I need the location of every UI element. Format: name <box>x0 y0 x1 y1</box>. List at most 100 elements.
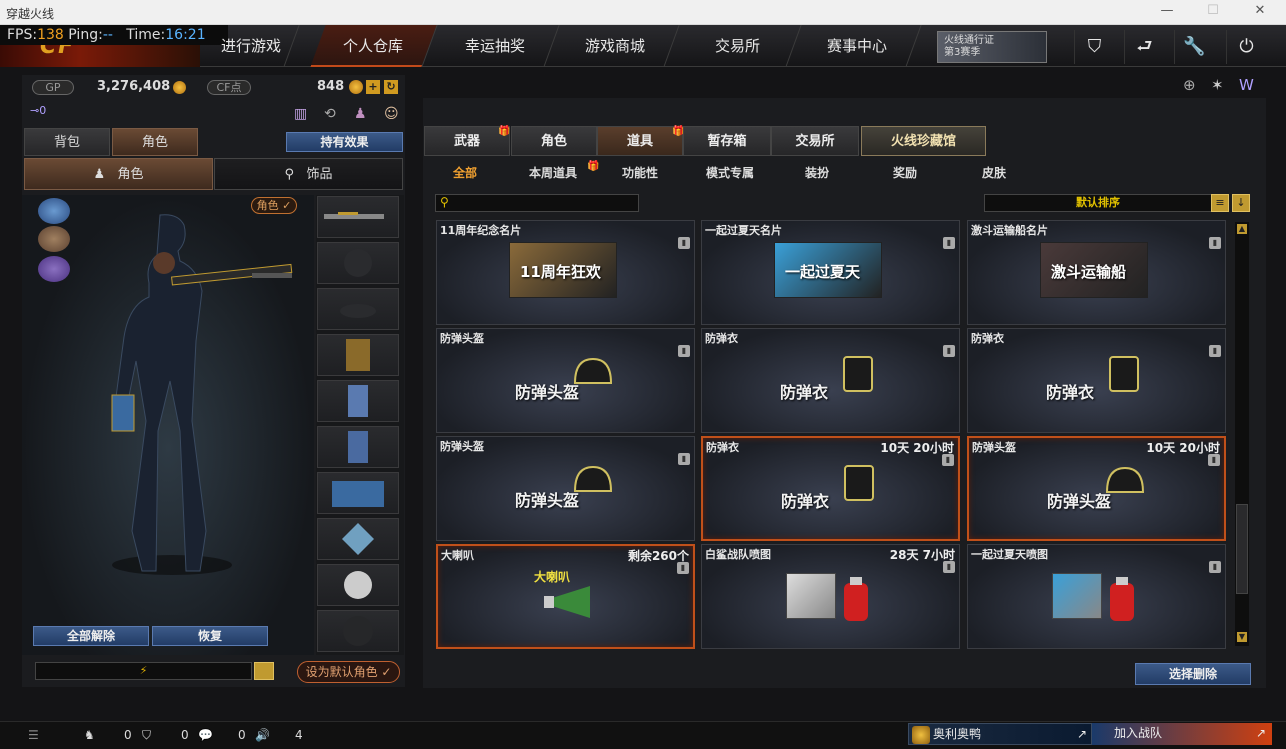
item-card[interactable]: 一起过夏天名片 ▮ 一起过夏天 <box>701 220 960 325</box>
item-card[interactable]: 一起过夏天喷图 ▮ <box>967 544 1226 649</box>
item-card[interactable]: 白鲨战队喷图 28天 7小时 ▮ <box>701 544 960 649</box>
nav-tab-shop[interactable]: 游戏商城 <box>552 25 680 67</box>
slot-badge[interactable] <box>317 518 399 560</box>
emote-icon[interactable]: ☺ <box>384 106 399 122</box>
scroll-thumb[interactable] <box>1236 504 1248 594</box>
effects-button[interactable]: 持有效果 <box>286 132 403 152</box>
item-card[interactable]: 防弹衣 ▮ 防弹衣 <box>701 328 960 433</box>
lock-icon[interactable]: ▮ <box>1208 454 1220 466</box>
lock-icon[interactable]: ▮ <box>942 454 954 466</box>
list-view-icon[interactable]: ≡ <box>1211 194 1229 212</box>
right-tab-items[interactable]: 道具 <box>597 126 683 156</box>
lock-icon[interactable]: ▮ <box>678 453 690 465</box>
join-clan-button[interactable]: 加入战队 ↗ <box>1092 723 1272 745</box>
clan-panel[interactable]: 奥利奥鸭 ↗ <box>908 723 1092 745</box>
maximize-button[interactable]: ☐ <box>1198 3 1228 21</box>
globe-icon[interactable]: ⊕ <box>1183 76 1196 94</box>
category-reward[interactable]: 奖励 <box>883 164 927 182</box>
add-cf-button[interactable]: + <box>366 80 380 94</box>
lock-icon[interactable]: ▮ <box>943 345 955 357</box>
batch-delete-button[interactable]: 选择删除 <box>1135 663 1251 685</box>
tab-character[interactable]: 角色 <box>112 128 198 156</box>
faction-purple-icon[interactable] <box>38 256 70 282</box>
scroll-up-icon[interactable]: ▲ <box>1237 224 1247 234</box>
right-tab-character[interactable]: 角色 <box>511 126 597 156</box>
shield-icon[interactable]: ⛉ <box>1074 30 1114 64</box>
item-card[interactable]: 防弹衣 10天 20小时 ▮ 防弹衣 <box>701 436 960 541</box>
restore-button[interactable]: 恢复 <box>152 626 268 646</box>
subtab-character[interactable]: ♟ 角色 <box>24 158 213 190</box>
item-card[interactable]: 防弹头盔 10天 20小时 ▮ 防弹头盔 <box>967 436 1226 541</box>
nav-tab-play[interactable]: 进行游戏 <box>204 25 300 67</box>
vip-icon[interactable]: W <box>1239 76 1254 94</box>
lock-icon[interactable]: ▮ <box>1209 345 1221 357</box>
slot-armor[interactable] <box>317 380 399 422</box>
category-skin[interactable]: 皮肤 <box>972 164 1016 182</box>
sort-direction-icon[interactable]: ↓ <box>1232 194 1250 212</box>
close-button[interactable]: ✕ <box>1245 3 1275 21</box>
power-icon[interactable]: ⏻ <box>1226 30 1266 64</box>
list-icon[interactable] <box>254 662 274 680</box>
right-tab-collection[interactable]: 火线珍藏馆 <box>861 126 986 156</box>
nav-tab-exchange[interactable]: 交易所 <box>674 25 802 67</box>
slot-arms[interactable] <box>317 334 399 376</box>
slot-vest[interactable] <box>317 426 399 468</box>
right-tab-storage[interactable]: 暂存箱 <box>683 126 771 156</box>
subtab-accessory[interactable]: ⚲ 饰品 <box>214 158 403 190</box>
search-input[interactable]: ⚲ <box>435 194 639 212</box>
scroll-down-icon[interactable]: ▼ <box>1237 632 1247 642</box>
minimize-button[interactable]: — <box>1152 3 1182 21</box>
refresh-cf-button[interactable]: ↻ <box>384 80 398 94</box>
slot-belt[interactable] <box>317 472 399 514</box>
cat-icon[interactable]: ✶ <box>1211 76 1224 94</box>
category-all[interactable]: 全部 <box>445 164 485 182</box>
set-default-character-button[interactable]: 设为默认角色 ✓ <box>297 661 400 683</box>
nav-tab-events[interactable]: 赛事中心 <box>794 25 922 67</box>
slot-head[interactable] <box>317 242 399 284</box>
nav-tab-inventory[interactable]: 个人仓库 <box>310 25 438 67</box>
slot-weapon[interactable] <box>317 196 399 238</box>
speaker-icon[interactable]: 🔊 <box>255 728 270 742</box>
clan-shield-icon[interactable]: ⛉ <box>142 728 151 743</box>
item-card[interactable]: 11周年纪念名片 ▮ 11周年狂欢 <box>436 220 695 325</box>
category-functional[interactable]: 功能性 <box>615 164 665 182</box>
scrollbar[interactable]: ▲ ▼ <box>1235 222 1249 646</box>
stats-icon[interactable]: ▥ <box>294 106 307 122</box>
lock-icon[interactable]: ▮ <box>1209 237 1221 249</box>
chat-icon[interactable]: 💬 <box>198 728 213 742</box>
wrench-icon[interactable]: 🔧 <box>1174 30 1214 64</box>
battle-pass-banner[interactable]: 火线通行证 第3赛季 <box>937 31 1047 63</box>
unequip-all-button[interactable]: 全部解除 <box>33 626 149 646</box>
item-card[interactable]: 防弹头盔 ▮ 防弹头盔 <box>436 436 695 541</box>
lock-icon[interactable]: ▮ <box>943 561 955 573</box>
item-card[interactable]: 激斗运输船名片 ▮ 激斗运输船 <box>967 220 1226 325</box>
right-tab-exchange[interactable]: 交易所 <box>771 126 859 156</box>
category-weekly[interactable]: 本周道具 <box>523 164 583 182</box>
character-name-field[interactable]: ⚡ <box>35 662 252 680</box>
slot-glasses[interactable] <box>317 288 399 330</box>
lock-icon[interactable]: ▮ <box>678 345 690 357</box>
slot-spray[interactable] <box>317 610 399 652</box>
faction-blue-icon[interactable] <box>38 198 70 224</box>
lock-icon[interactable]: ▮ <box>678 237 690 249</box>
lock-icon[interactable]: ▮ <box>677 562 689 574</box>
rotate-icon[interactable]: ⟲ <box>324 106 336 122</box>
lock-icon[interactable]: ▮ <box>943 237 955 249</box>
cf-value: 848 <box>317 79 345 94</box>
category-mode[interactable]: 模式专属 <box>700 164 760 182</box>
friends-icon[interactable]: ♞ <box>84 728 95 742</box>
back-icon[interactable]: ⮐ <box>1124 30 1164 64</box>
external-link-icon[interactable]: ↗ <box>1077 724 1087 744</box>
slot-emblem[interactable] <box>317 564 399 606</box>
menu-icon[interactable]: ☰ <box>28 728 39 742</box>
item-card[interactable]: 防弹衣 ▮ 防弹衣 <box>967 328 1226 433</box>
nav-tab-lottery[interactable]: 幸运抽奖 <box>432 25 560 67</box>
item-card[interactable]: 大喇叭 剩余260个 ▮ 大喇叭 <box>436 544 695 649</box>
tab-backpack[interactable]: 背包 <box>24 128 110 156</box>
lock-icon[interactable]: ▮ <box>1209 561 1221 573</box>
item-card[interactable]: 防弹头盔 ▮ 防弹头盔 <box>436 328 695 433</box>
faction-eagle-icon[interactable] <box>38 226 70 252</box>
sort-select[interactable]: 默认排序 <box>984 194 1212 212</box>
category-outfit[interactable]: 装扮 <box>795 164 839 182</box>
pose-icon[interactable]: ♟ <box>354 106 367 122</box>
